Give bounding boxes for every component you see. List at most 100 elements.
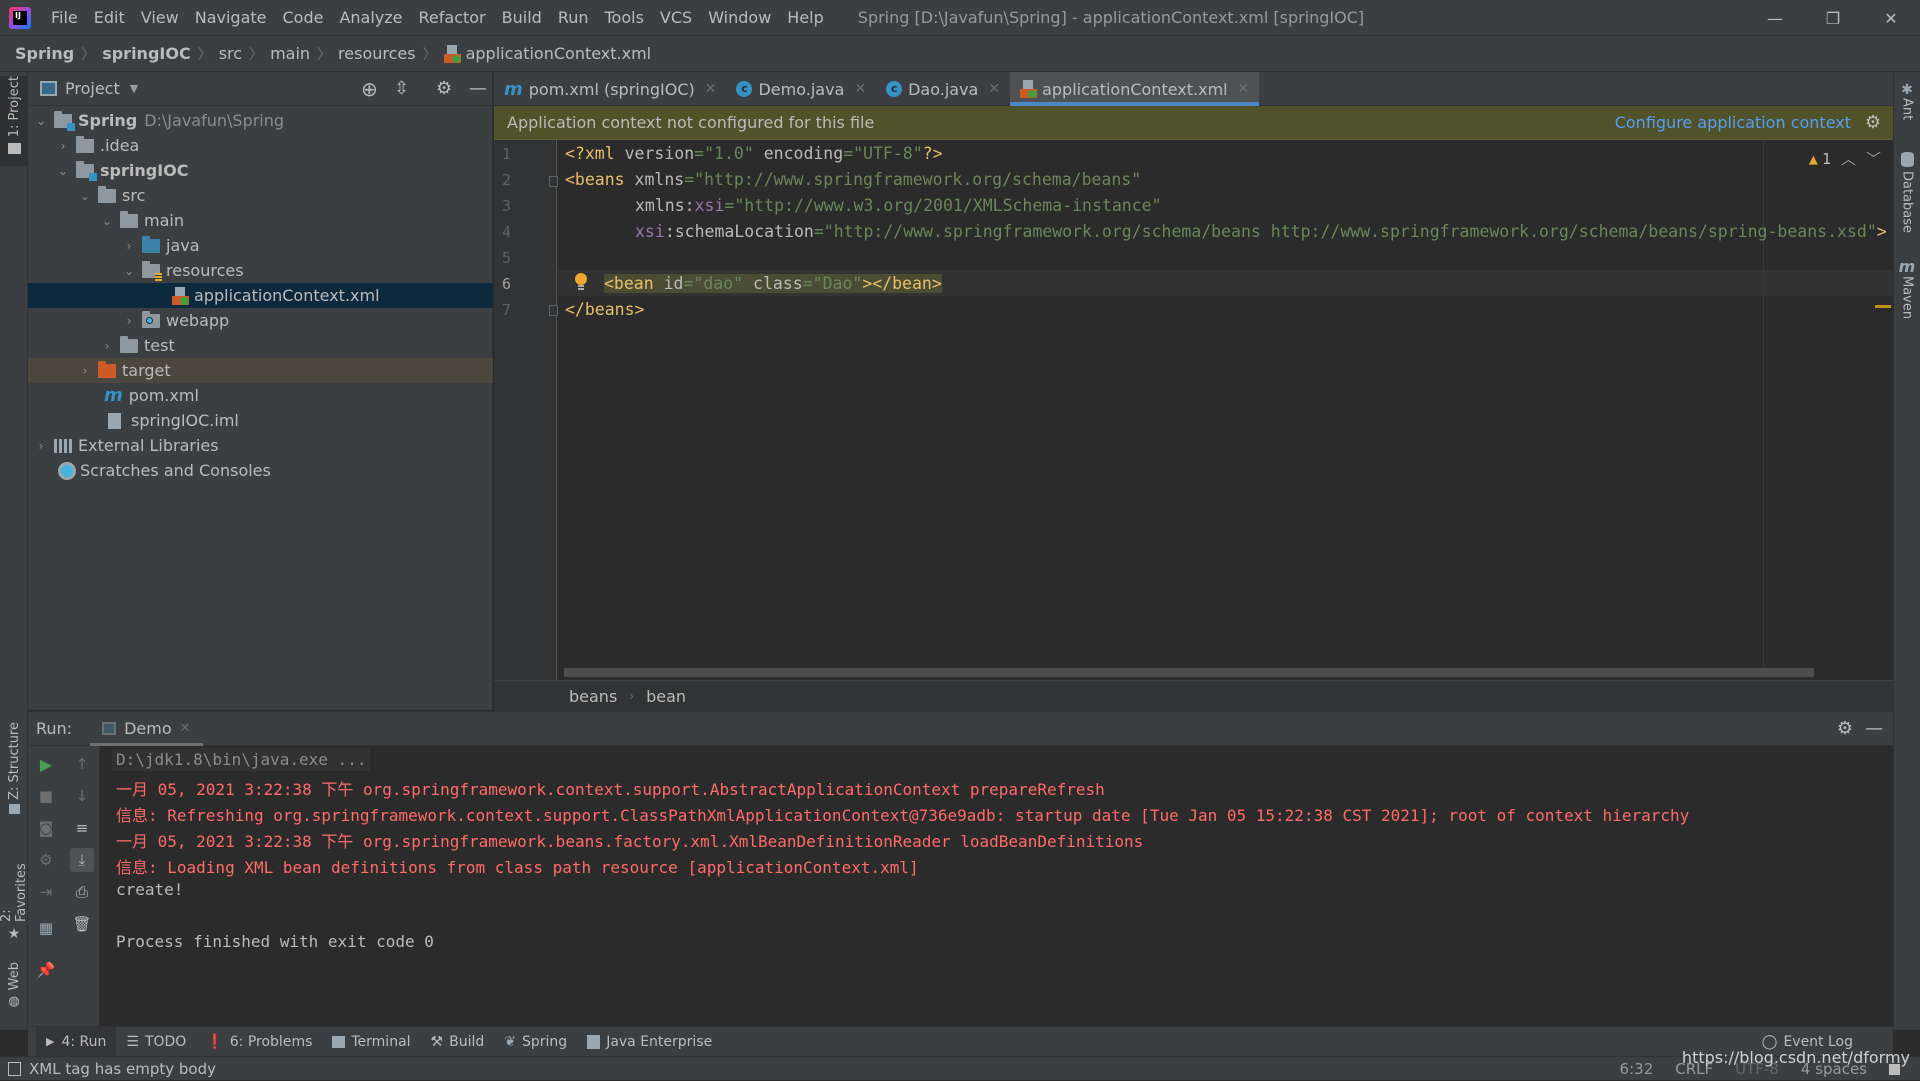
menu-help[interactable]: Help [779,8,831,27]
inspection-widget[interactable]: ▲ 1 ︿ ﹀ [1809,148,1881,169]
chevron-down-icon[interactable]: ⌄ [122,264,136,278]
tree-item-external-libraries[interactable]: › External Libraries [28,433,493,458]
print-icon[interactable]: ⎙ [70,880,94,904]
clear-all-trash-icon[interactable]: 🗑 [70,912,94,936]
fold-marker-icon[interactable] [549,176,558,187]
tool-tab-database[interactable]: Database [1894,152,1920,262]
configure-application-context-link[interactable]: Configure application context [1615,113,1851,132]
breadcrumb-main[interactable]: main [270,44,310,63]
tab-demo-java[interactable]: c Demo.java ✕ [726,72,876,106]
run-tab-demo[interactable]: Demo ✕ [90,711,203,747]
chevron-down-icon[interactable]: ⌄ [34,114,48,128]
tree-item-spring-root[interactable]: ⌄ Spring D:\Javafun\Spring [28,108,493,133]
editor-crumb-bean[interactable]: bean [646,687,686,706]
warning-stripe-marker[interactable] [1875,305,1891,308]
menu-window[interactable]: Window [700,8,779,27]
fold-marker-icon[interactable] [549,305,558,316]
tool-button-todo[interactable]: ☰ TODO [116,1027,196,1057]
tree-item-src[interactable]: ⌄ src [28,183,493,208]
tree-item-pom-xml[interactable]: m pom.xml [28,383,493,408]
hide-panel-icon[interactable]: — [469,78,487,99]
up-arrow-icon[interactable]: ↑ [70,752,94,776]
restore-button[interactable]: ❐ [1804,0,1862,36]
settings-gear-icon[interactable]: ⚙ [436,78,452,99]
breadcrumb-file[interactable]: applicationContext.xml [443,44,651,63]
chevron-right-icon[interactable]: › [34,439,48,453]
breadcrumb-springioc[interactable]: springIOC [102,44,191,63]
toggle-tool-windows-icon[interactable] [8,1061,21,1076]
close-tab-icon[interactable]: ✕ [988,81,1000,97]
tree-item-springioc-iml[interactable]: springIOC.iml [28,408,493,433]
down-arrow-icon[interactable]: ↓ [70,784,94,808]
menu-view[interactable]: View [133,8,187,27]
menu-tools[interactable]: Tools [597,8,652,27]
chevron-right-icon[interactable]: › [122,239,136,253]
scroll-to-end-icon[interactable]: ⤓ [70,848,94,872]
menu-run[interactable]: Run [550,8,597,27]
banner-settings-gear-icon[interactable]: ⚙ [1865,112,1881,133]
close-tab-icon[interactable]: ✕ [854,81,866,97]
tree-item-springioc[interactable]: ⌄ springIOC [28,158,493,183]
tool-button-java-enterprise[interactable]: Java Enterprise [577,1027,722,1057]
hide-panel-icon[interactable]: — [1865,718,1883,739]
collapse-all-icon[interactable]: ⇳ [394,78,409,99]
tool-tab-favorites[interactable]: 2: Favorites ★ [0,847,29,942]
caret-position[interactable]: 6:32 [1620,1060,1654,1078]
settings-gear-icon[interactable]: ⚙ [34,848,58,872]
minimize-button[interactable]: — [1746,0,1804,36]
menu-navigate[interactable]: Navigate [187,8,275,27]
tree-item-applicationcontext-xml[interactable]: applicationContext.xml [28,283,493,308]
chevron-right-icon[interactable]: › [78,364,92,378]
tool-tab-maven[interactable]: m Maven [1894,257,1920,337]
tool-button-terminal[interactable]: Terminal [322,1027,420,1057]
tree-item-java[interactable]: › java [28,233,493,258]
tool-tab-web[interactable]: Web ◍ [0,962,28,1022]
locate-target-icon[interactable]: ⊕ [361,77,378,101]
tab-pom-xml[interactable]: m pom.xml (springIOC) ✕ [494,72,726,106]
chevron-right-icon[interactable]: › [56,139,70,153]
run-settings-gear-icon[interactable]: ⚙ [1837,718,1853,739]
console-output[interactable]: D:\jdk1.8\bin\java.exe ... 一月 05, 2021 3… [100,746,1893,1026]
editor-crumb-beans[interactable]: beans [569,687,617,706]
stop-icon[interactable]: ■ [34,784,58,808]
chevron-down-icon[interactable]: ▼ [130,82,138,95]
close-tab-icon[interactable]: ✕ [705,81,717,97]
tree-item-idea[interactable]: › .idea [28,133,493,158]
soft-wrap-icon[interactable]: ≡ [70,816,94,840]
menu-refactor[interactable]: Refactor [411,8,494,27]
chevron-right-icon[interactable]: › [100,339,114,353]
tab-dao-java[interactable]: c Dao.java ✕ [876,72,1010,106]
tree-item-test[interactable]: › test [28,333,493,358]
tree-item-resources[interactable]: ⌄ resources [28,258,493,283]
horizontal-scrollbar[interactable] [564,668,1814,677]
pin-tab-icon[interactable]: 📌 [34,958,58,982]
close-tab-icon[interactable]: ✕ [1238,81,1250,97]
close-tab-icon[interactable]: ✕ [180,721,191,736]
menu-file[interactable]: File [43,8,86,27]
menu-code[interactable]: Code [275,8,332,27]
menu-build[interactable]: Build [494,8,550,27]
menu-edit[interactable]: Edit [86,8,133,27]
tool-button-problems[interactable]: ❗ 6: Problems [196,1027,322,1057]
tool-tab-ant[interactable]: ✱ Ant [1894,82,1920,142]
tool-button-run[interactable]: ▶ 4: Run [36,1026,117,1057]
previous-highlight-icon[interactable]: ︿ [1841,148,1856,169]
tree-item-scratches[interactable]: Scratches and Consoles [28,458,493,483]
breadcrumb-resources[interactable]: resources [338,44,416,63]
rerun-icon[interactable]: ▶ [34,752,58,776]
dump-threads-camera-icon[interactable]: ◙ [34,816,58,840]
tool-button-build[interactable]: ⚒ Build [421,1027,495,1057]
menu-vcs[interactable]: VCS [652,8,700,27]
chevron-right-icon[interactable]: › [122,314,136,328]
tree-item-webapp[interactable]: › webapp [28,308,493,333]
tool-tab-structure[interactable]: Z: Structure [0,722,28,822]
chevron-down-icon[interactable]: ⌄ [100,214,114,228]
tree-item-target[interactable]: › target [28,358,493,383]
intention-bulb-icon[interactable] [574,272,588,292]
chevron-down-icon[interactable]: ⌄ [78,189,92,203]
tree-item-main[interactable]: ⌄ main [28,208,493,233]
tab-applicationcontext-xml[interactable]: applicationContext.xml ✕ [1010,72,1260,106]
exit-icon[interactable]: ⇥ [34,880,58,904]
breadcrumb-src[interactable]: src [219,44,242,63]
layout-icon[interactable]: ▦ [34,916,58,940]
